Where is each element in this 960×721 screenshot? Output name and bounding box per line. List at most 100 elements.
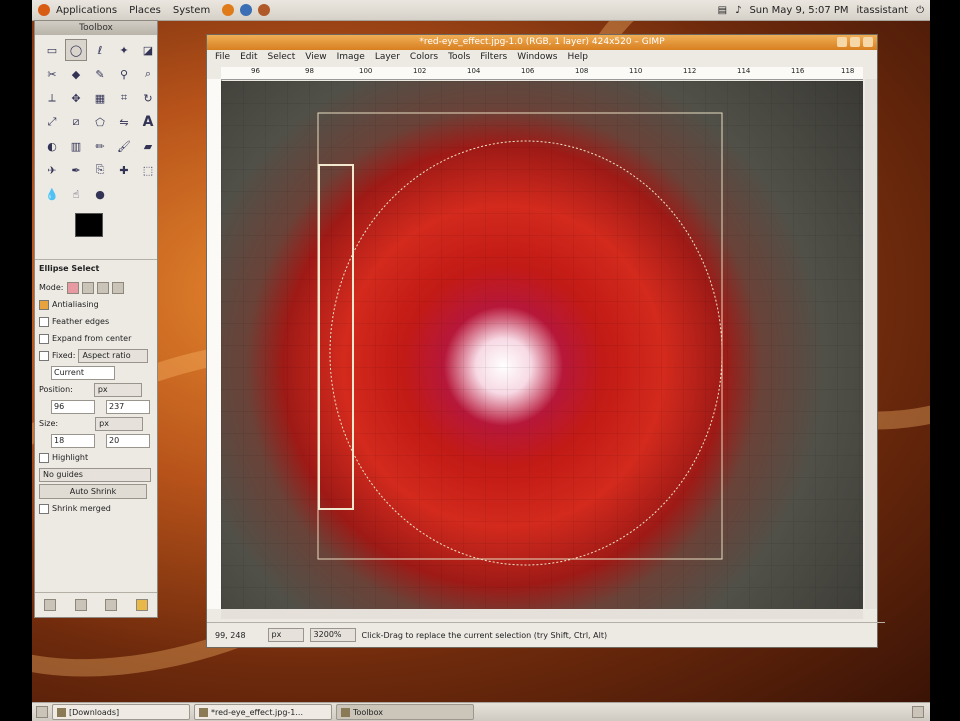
antialiasing-checkbox[interactable] <box>39 299 49 310</box>
unit-select[interactable]: px <box>267 628 304 642</box>
size-height-field[interactable]: 20 <box>106 433 150 448</box>
ubuntu-logo-icon[interactable] <box>38 4 50 16</box>
size-width-field[interactable]: 18 <box>51 433 95 448</box>
firefox-icon[interactable] <box>222 4 235 16</box>
move-tool-icon[interactable]: ✥ <box>65 87 87 109</box>
crop-tool-icon[interactable]: ⌗ <box>113 87 135 109</box>
blend-tool-icon[interactable]: ▥ <box>65 135 87 157</box>
show-desktop-icon[interactable] <box>36 706 48 718</box>
blur-tool-icon[interactable]: 💧 <box>41 183 63 205</box>
menu-image[interactable]: Image <box>337 52 365 62</box>
color-picker-tool-icon[interactable]: ⚲ <box>113 63 135 85</box>
shrink-merged-checkbox[interactable] <box>39 503 49 514</box>
eraser-tool-icon[interactable]: ▰ <box>137 135 159 157</box>
mode-intersect-icon[interactable] <box>111 281 124 294</box>
foreground-color-swatch[interactable] <box>75 213 103 237</box>
foreground-select-tool-icon[interactable]: ◆ <box>65 63 87 85</box>
menu-edit[interactable]: Edit <box>240 52 257 62</box>
fuzzy-select-tool-icon[interactable]: ✦ <box>113 39 135 61</box>
fixed-value-field[interactable]: Current <box>51 365 115 380</box>
image-canvas[interactable] <box>221 81 863 609</box>
minimize-icon[interactable] <box>837 37 847 47</box>
guides-select[interactable]: No guides <box>39 467 151 482</box>
clock[interactable]: Sun May 9, 5:07 PM <box>749 5 848 16</box>
close-icon[interactable] <box>863 37 873 47</box>
menu-file[interactable]: File <box>215 52 230 62</box>
highlight-checkbox[interactable] <box>39 452 49 463</box>
heal-tool-icon[interactable]: ✚ <box>113 159 135 181</box>
paths-tool-icon[interactable]: ✎ <box>89 63 111 85</box>
selection-bounding-rect[interactable] <box>317 112 723 560</box>
restore-options-icon[interactable] <box>74 599 87 611</box>
free-select-tool-icon[interactable]: ℓ <box>89 39 111 61</box>
scale-tool-icon[interactable]: ⤢ <box>41 111 63 133</box>
power-icon[interactable]: ⏻ <box>916 5 924 16</box>
horizontal-ruler[interactable]: 96 98 100 102 104 106 108 110 112 114 11… <box>221 67 863 80</box>
expand-from-center-checkbox[interactable] <box>39 333 49 344</box>
delete-options-icon[interactable] <box>105 599 118 611</box>
menu-system[interactable]: System <box>173 5 210 16</box>
text-tool-icon[interactable]: A <box>137 111 159 133</box>
menu-help[interactable]: Help <box>567 52 588 62</box>
perspective-clone-tool-icon[interactable]: ⬚ <box>137 159 159 181</box>
taskbar-item-downloads[interactable]: [Downloads] <box>52 704 190 720</box>
position-x-field[interactable]: 96 <box>51 399 95 414</box>
menu-colors[interactable]: Colors <box>410 52 438 62</box>
rotate-tool-icon[interactable]: ↻ <box>137 87 159 109</box>
gimp-launcher-icon[interactable] <box>258 4 271 16</box>
save-options-icon[interactable] <box>44 599 57 611</box>
menu-layer[interactable]: Layer <box>375 52 400 62</box>
network-icon[interactable]: ▤ <box>718 5 727 16</box>
trash-icon[interactable] <box>912 706 924 718</box>
taskbar-item-toolbox[interactable]: Toolbox <box>336 704 474 720</box>
mode-add-icon[interactable] <box>81 281 94 294</box>
selection-handle-left[interactable] <box>318 164 354 510</box>
paintbrush-tool-icon[interactable]: 🖌 <box>113 135 135 157</box>
feather-edges-checkbox[interactable] <box>39 316 49 327</box>
color-select-tool-icon[interactable]: ◪ <box>137 39 159 61</box>
position-unit-select[interactable]: px <box>93 382 142 397</box>
scissors-tool-icon[interactable]: ✂ <box>41 63 63 85</box>
dodge-burn-tool-icon[interactable]: ● <box>89 183 111 205</box>
zoom-select[interactable]: 3200% <box>309 628 356 642</box>
menu-places[interactable]: Places <box>129 5 161 16</box>
ink-tool-icon[interactable]: ✒ <box>65 159 87 181</box>
position-y-field[interactable]: 237 <box>106 399 150 414</box>
mode-replace-icon[interactable] <box>66 281 79 294</box>
align-tool-icon[interactable]: ▦ <box>89 87 111 109</box>
horizontal-scrollbar[interactable] <box>221 609 863 619</box>
smudge-tool-icon[interactable]: ☝ <box>65 183 87 205</box>
maximize-icon[interactable] <box>850 37 860 47</box>
image-window-titlebar[interactable]: *red-eye_effect.jpg-1.0 (RGB, 1 layer) 4… <box>207 35 877 50</box>
vertical-ruler[interactable] <box>207 79 222 609</box>
bucket-fill-tool-icon[interactable]: ◐ <box>41 135 63 157</box>
menu-filters[interactable]: Filters <box>480 52 507 62</box>
toolbox-title[interactable]: Toolbox <box>35 21 157 35</box>
menu-select[interactable]: Select <box>268 52 296 62</box>
mode-subtract-icon[interactable] <box>96 281 109 294</box>
menu-tools[interactable]: Tools <box>448 52 470 62</box>
ellipse-select-tool-icon[interactable]: ◯ <box>65 39 87 61</box>
menu-view[interactable]: View <box>305 52 326 62</box>
volume-icon[interactable]: ♪ <box>735 5 741 16</box>
size-unit-select[interactable]: px <box>95 416 144 431</box>
clone-tool-icon[interactable]: ⎘ <box>89 159 111 181</box>
airbrush-tool-icon[interactable]: ✈ <box>41 159 63 181</box>
measure-tool-icon[interactable]: ⟂ <box>41 87 63 109</box>
zoom-tool-icon[interactable]: ⌕ <box>137 63 159 85</box>
fixed-checkbox[interactable] <box>39 350 49 361</box>
flip-tool-icon[interactable]: ⇋ <box>113 111 135 133</box>
ellipse-selection-marquee[interactable] <box>329 140 723 566</box>
menu-windows[interactable]: Windows <box>517 52 557 62</box>
fixed-mode-select[interactable]: Aspect ratio <box>78 348 149 363</box>
pencil-tool-icon[interactable]: ✏ <box>89 135 111 157</box>
auto-shrink-button[interactable]: Auto Shrink <box>39 484 147 499</box>
user-name[interactable]: itassistant <box>857 5 909 16</box>
help-icon[interactable] <box>240 4 253 16</box>
rect-select-tool-icon[interactable]: ▭ <box>41 39 63 61</box>
menu-applications[interactable]: Applications <box>56 5 117 16</box>
vertical-scrollbar[interactable] <box>865 79 877 609</box>
taskbar-item-image-window[interactable]: *red-eye_effect.jpg-1... <box>194 704 332 720</box>
reset-options-icon[interactable] <box>135 599 148 611</box>
shear-tool-icon[interactable]: ⧄ <box>65 111 87 133</box>
